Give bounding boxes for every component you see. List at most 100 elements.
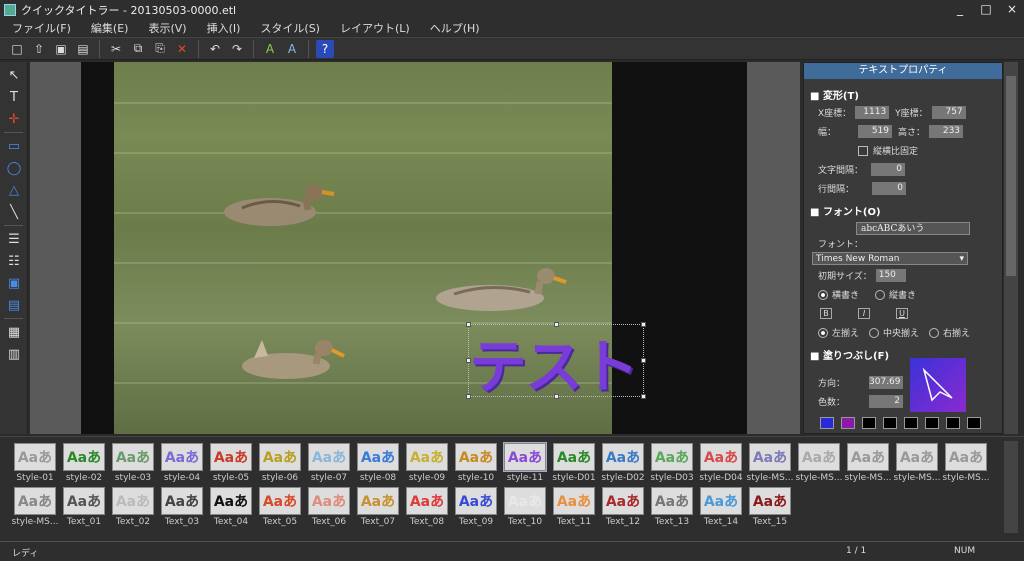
scrollbar-thumb[interactable] xyxy=(1006,76,1016,276)
style-item[interactable]: Aaあ style-02 xyxy=(63,443,105,483)
minimize-button[interactable]: _ xyxy=(954,2,966,16)
x-field[interactable]: 1113 xyxy=(855,106,890,119)
style-item[interactable]: Aaあ Text_09 xyxy=(455,487,497,527)
transform-section-header[interactable]: ■ 変形(T) xyxy=(810,87,1002,102)
style-item[interactable]: Aaあ style-MS... xyxy=(12,487,58,527)
delete-icon[interactable]: ✕ xyxy=(173,40,191,58)
y-field[interactable]: 757 xyxy=(931,106,966,119)
style-item[interactable]: Aaあ Style-01 xyxy=(14,443,56,483)
table-icon[interactable]: ▥ xyxy=(4,345,24,363)
color-swatch[interactable] xyxy=(925,417,939,429)
style-item[interactable]: Aaあ Text_13 xyxy=(651,487,693,527)
layer-front-icon[interactable]: ▣ xyxy=(4,274,24,292)
redo-icon[interactable]: ↷ xyxy=(228,40,246,58)
vertical-radio[interactable] xyxy=(875,289,886,300)
menu-style[interactable]: スタイル(S) xyxy=(260,20,320,36)
style-item[interactable]: Aaあ style-11 xyxy=(503,442,547,483)
style-item[interactable]: Aaあ Text_01 xyxy=(63,487,105,527)
align-icon[interactable]: ☰ xyxy=(4,230,24,248)
underline-button[interactable]: U xyxy=(896,308,908,319)
line-tool-icon[interactable]: ╲ xyxy=(4,203,24,221)
style-item[interactable]: Aaあ Text_10 xyxy=(504,487,546,527)
style-item[interactable]: Aaあ style-D02 xyxy=(601,443,645,483)
paste-icon[interactable]: ⎘ xyxy=(151,40,169,58)
style-item[interactable]: Aaあ style-10 xyxy=(455,443,497,483)
bold-button[interactable]: B xyxy=(820,308,832,319)
color-count-field[interactable]: 2 xyxy=(869,395,904,408)
style-item[interactable]: Aaあ style-D03 xyxy=(650,443,694,483)
open-file-icon[interactable]: ⇧ xyxy=(30,40,48,58)
canvas-area[interactable]: テスト xyxy=(30,62,800,434)
cut-icon[interactable]: ✂ xyxy=(107,40,125,58)
undo-icon[interactable]: ↶ xyxy=(206,40,224,58)
resize-handle[interactable] xyxy=(641,322,646,327)
select-tool-icon[interactable]: ↖ xyxy=(4,66,24,84)
save-icon[interactable]: ▣ xyxy=(52,40,70,58)
italic-button[interactable]: I xyxy=(858,308,870,319)
style-item[interactable]: Aaあ Text_12 xyxy=(602,487,644,527)
width-field[interactable]: 519 xyxy=(858,125,893,138)
style-item[interactable]: Aaあ Text_11 xyxy=(553,487,595,527)
maximize-button[interactable]: □ xyxy=(980,2,992,16)
style-item[interactable]: Aaあ Text_07 xyxy=(357,487,399,527)
char-spacing-field[interactable]: 0 xyxy=(871,163,906,176)
style-item[interactable]: Aaあ style-MS... xyxy=(894,443,940,483)
style-item[interactable]: Aaあ style-09 xyxy=(406,443,448,483)
menu-help[interactable]: ヘルプ(H) xyxy=(430,20,480,36)
layer-back-icon[interactable]: ▤ xyxy=(4,296,24,314)
text-tool-icon[interactable]: T xyxy=(4,88,24,106)
help-icon[interactable]: ? xyxy=(316,39,334,58)
menu-view[interactable]: 表示(V) xyxy=(148,20,186,36)
resize-handle[interactable] xyxy=(641,394,646,399)
color-swatch[interactable] xyxy=(904,417,918,429)
close-button[interactable]: × xyxy=(1006,2,1018,16)
distribute-icon[interactable]: ☷ xyxy=(4,252,24,270)
color-swatch[interactable] xyxy=(883,417,897,429)
horizontal-radio[interactable] xyxy=(818,289,828,300)
color-swatch[interactable] xyxy=(967,417,981,429)
resize-handle[interactable] xyxy=(641,358,646,363)
text-effect-icon[interactable]: A xyxy=(283,40,301,58)
style-item[interactable]: Aaあ Text_08 xyxy=(406,487,448,527)
style-item[interactable]: Aaあ Text_14 xyxy=(700,487,742,527)
style-item[interactable]: Aaあ style-04 xyxy=(161,443,203,483)
style-item[interactable]: Aaあ style-03 xyxy=(112,443,154,483)
font-section-header[interactable]: ■ フォント(O) xyxy=(810,203,1002,218)
size-field[interactable]: 150 xyxy=(875,269,906,282)
height-field[interactable]: 233 xyxy=(929,125,964,138)
style-item[interactable]: Aaあ Text_06 xyxy=(308,487,350,527)
align-right-radio[interactable] xyxy=(929,327,940,338)
style-item[interactable]: Aaあ Text_05 xyxy=(259,487,301,527)
new-file-icon[interactable]: □ xyxy=(8,40,26,58)
crop-tool-icon[interactable]: ✛ xyxy=(4,110,24,128)
triangle-tool-icon[interactable]: △ xyxy=(4,181,24,199)
fill-section-header[interactable]: ■ 塗りつぶし(F) xyxy=(810,347,1002,362)
style-item[interactable]: Aaあ style-07 xyxy=(308,443,350,483)
style-item[interactable]: Aaあ style-MS... xyxy=(943,443,989,483)
color-swatch[interactable] xyxy=(841,417,855,429)
style-item[interactable]: Aaあ style-D04 xyxy=(699,443,743,483)
style-item[interactable]: Aaあ style-06 xyxy=(259,443,301,483)
style-item[interactable]: Aaあ style-MS... xyxy=(796,443,842,483)
style-item[interactable]: Aaあ Text_04 xyxy=(210,487,252,527)
style-item[interactable]: Aaあ style-08 xyxy=(357,443,399,483)
style-item[interactable]: Aaあ style-MS... xyxy=(845,443,891,483)
gradient-preview[interactable] xyxy=(910,358,966,412)
copy-icon[interactable]: ⧉ xyxy=(129,40,147,58)
color-swatch[interactable] xyxy=(820,417,834,429)
color-swatch[interactable] xyxy=(946,417,960,429)
canvas-text-object[interactable]: テスト xyxy=(469,320,639,404)
style-item[interactable]: Aaあ Text_15 xyxy=(749,487,791,527)
text-style-icon[interactable]: A xyxy=(261,40,279,58)
style-item[interactable]: Aaあ style-MS... xyxy=(747,443,793,483)
ellipse-tool-icon[interactable]: ◯ xyxy=(4,159,24,177)
menu-insert[interactable]: 挿入(I) xyxy=(207,20,241,36)
color-swatch[interactable] xyxy=(862,417,876,429)
menu-edit[interactable]: 編集(E) xyxy=(91,20,129,36)
line-spacing-field[interactable]: 0 xyxy=(872,182,907,195)
grid-icon[interactable]: ▦ xyxy=(4,323,24,341)
style-item[interactable]: Aaあ style-D01 xyxy=(552,443,596,483)
style-item[interactable]: Aaあ Text_02 xyxy=(112,487,154,527)
save-all-icon[interactable]: ▤ xyxy=(74,40,92,58)
rectangle-tool-icon[interactable]: ▭ xyxy=(4,137,24,155)
